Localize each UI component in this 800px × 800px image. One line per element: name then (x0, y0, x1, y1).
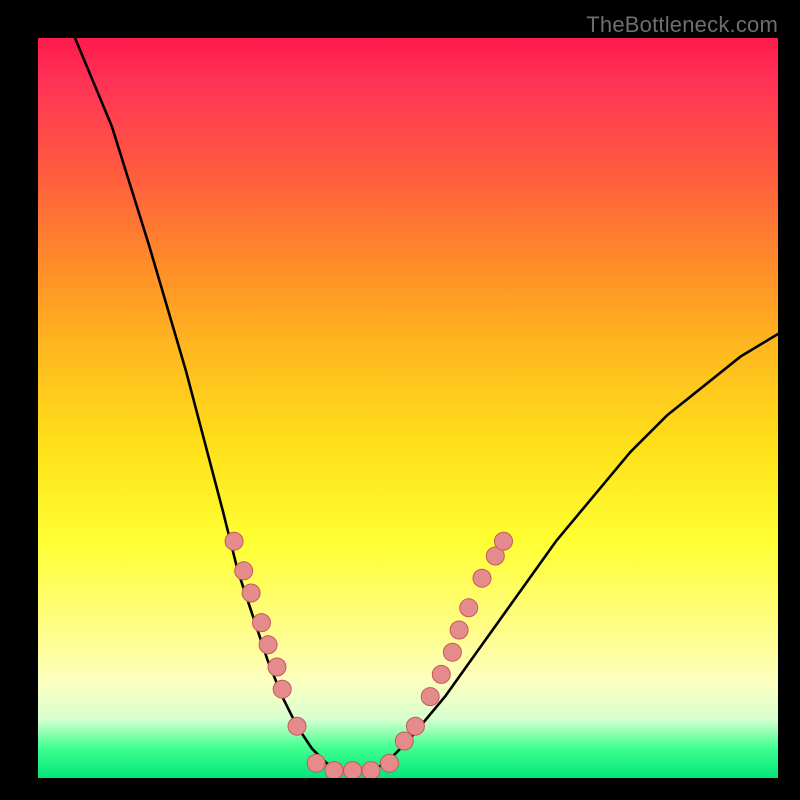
chart-frame: TheBottleneck.com (0, 0, 800, 800)
gradient-background (38, 38, 778, 778)
watermark-text: TheBottleneck.com (586, 12, 778, 38)
plot-area (38, 38, 778, 778)
